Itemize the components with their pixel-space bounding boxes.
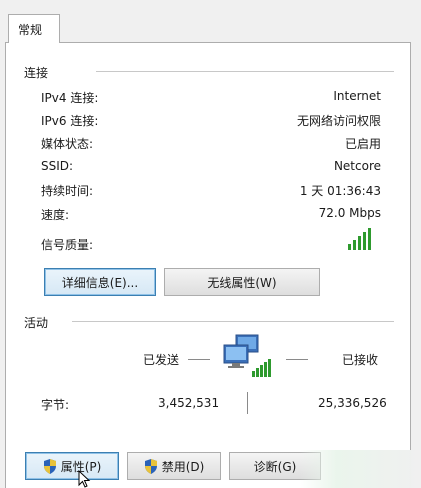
info-value: 无网络访问权限 [296, 114, 381, 128]
sent-connector-line [188, 359, 210, 360]
info-row-duration: 持续时间: 1 天 01:36:43 [41, 182, 381, 200]
bytes-divider [247, 392, 248, 414]
info-row-media-state: 媒体状态: 已启用 [41, 135, 381, 153]
bytes-sent-value: 3,452,531 [158, 396, 220, 410]
signal-strength-icon [348, 226, 371, 250]
info-row-signal-quality: 信号质量: [41, 236, 381, 254]
network-computers-icon [223, 334, 271, 377]
tab-panel-general [5, 42, 411, 488]
section-divider-activity [72, 321, 394, 322]
info-value: 1 天 01:36:43 [299, 184, 381, 198]
details-button[interactable]: 详细信息(E)... [44, 268, 156, 296]
tab-general[interactable]: 常规 [8, 14, 60, 43]
info-label: 信号质量: [41, 238, 94, 252]
wireless-properties-button[interactable]: 无线属性(W) [164, 268, 320, 296]
info-label: 媒体状态: [41, 137, 94, 151]
info-row-ipv6: IPv6 连接: 无网络访问权限 [41, 112, 381, 130]
image-edge-fade [300, 450, 421, 488]
info-label: 速度: [41, 208, 70, 222]
info-label: SSID: [41, 159, 74, 173]
info-row-ipv4: IPv4 连接: Internet [41, 89, 381, 107]
section-divider-connection [96, 71, 394, 72]
info-value: 72.0 Mbps [318, 206, 381, 220]
disable-button-label: 禁用(D) [161, 459, 205, 474]
bytes-received-value: 25,336,526 [318, 396, 387, 410]
section-title-connection: 连接 [24, 66, 49, 80]
properties-button[interactable]: 属性(P) [25, 452, 119, 480]
received-connector-line [286, 359, 308, 360]
info-row-ssid: SSID: Netcore [41, 159, 381, 177]
info-label: 持续时间: [41, 184, 94, 198]
uac-shield-icon [43, 458, 56, 474]
dialog-edge [413, 0, 421, 488]
disable-button[interactable]: 禁用(D) [127, 452, 221, 480]
mouse-cursor-icon [78, 470, 91, 488]
sent-label: 已发送 [143, 353, 180, 367]
info-value: 已启用 [344, 137, 381, 151]
wifi-status-dialog: 常规 连接 IPv4 连接: Internet IPv6 连接: 无网络访问权限… [0, 0, 421, 488]
info-label: IPv4 连接: [41, 91, 99, 105]
diagnose-button-label: 诊断(G) [253, 459, 297, 474]
info-label: IPv6 连接: [41, 114, 99, 128]
section-title-activity: 活动 [24, 316, 49, 330]
bytes-label: 字节: [41, 398, 70, 412]
info-value: Internet [333, 89, 381, 103]
uac-shield-icon [144, 458, 157, 474]
info-value: Netcore [333, 159, 381, 173]
received-label: 已接收 [342, 353, 379, 367]
info-row-speed: 速度: 72.0 Mbps [41, 206, 381, 224]
